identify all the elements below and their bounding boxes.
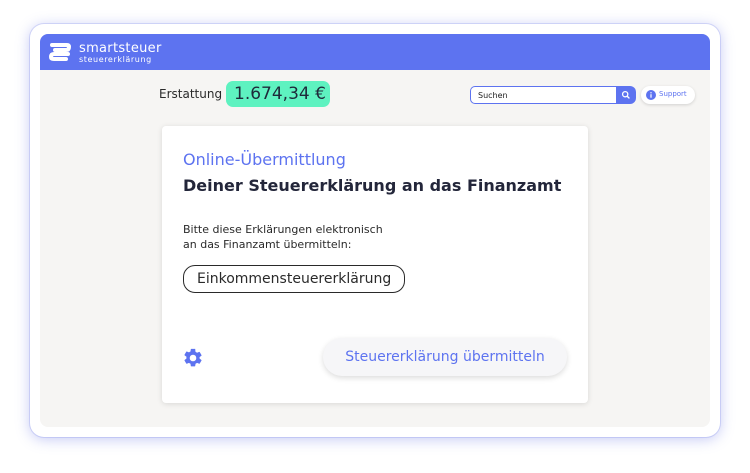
- search-input[interactable]: [470, 86, 618, 104]
- refund-label: Erstattung: [159, 87, 223, 101]
- search-icon: [621, 90, 630, 99]
- card-subtitle: Deiner Steuererklärung an das Finanzamt: [183, 176, 562, 195]
- card-description: Bitte diese Erklärungen elektronisch an …: [183, 222, 423, 252]
- support-label: Support: [659, 90, 687, 98]
- brand-tagline: steuererklärung: [79, 55, 152, 64]
- card-title: Online-Übermittlung: [183, 150, 346, 169]
- info-icon: [646, 90, 656, 100]
- description-line-1: Bitte diese Erklärungen elektronisch: [183, 223, 383, 236]
- gear-icon[interactable]: [182, 347, 204, 369]
- refund-amount-badge: 1.674,34 €: [226, 81, 330, 107]
- declaration-chip[interactable]: Einkommensteuererklärung: [183, 265, 406, 293]
- top-bar: smartsteuer steuererklärung: [40, 34, 710, 70]
- support-button[interactable]: Support: [641, 86, 695, 104]
- brand-logo[interactable]: smartsteuer steuererklärung: [49, 41, 189, 65]
- submit-tax-return-button[interactable]: Steuererklärung übermitteln: [323, 338, 567, 376]
- submission-card: Online-Übermittlung Deiner Steuererkläru…: [162, 126, 588, 403]
- app-window: smartsteuer steuererklärung Erstattung 1…: [40, 34, 710, 427]
- logo-icon: [49, 43, 71, 61]
- description-line-2: an das Finanzamt übermitteln:: [183, 238, 352, 251]
- brand-name: smartsteuer: [79, 41, 162, 56]
- search-button[interactable]: [616, 86, 636, 104]
